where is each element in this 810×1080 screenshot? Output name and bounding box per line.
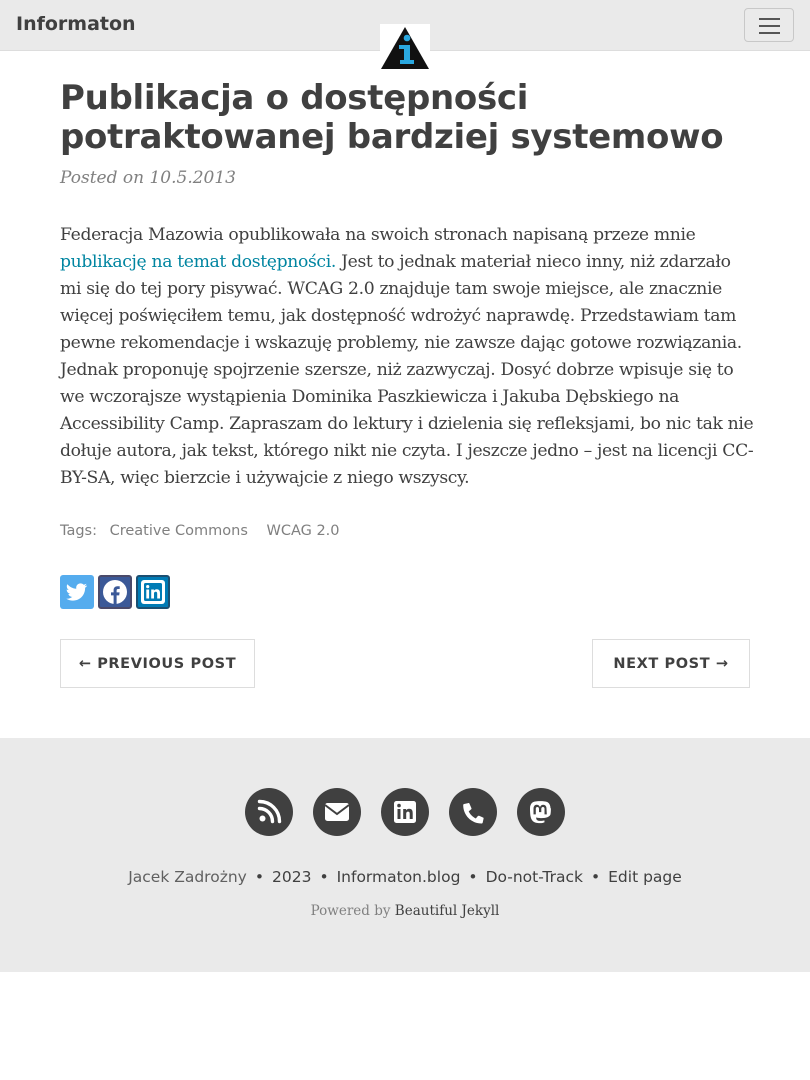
facebook-icon[interactable]	[98, 575, 132, 609]
mastodon-icon[interactable]	[517, 788, 565, 836]
do-not-track-link[interactable]: Do-not-Track	[486, 868, 583, 886]
beautiful-jekyll-link[interactable]: Beautiful Jekyll	[395, 903, 500, 919]
linkedin-icon[interactable]	[381, 788, 429, 836]
tag-link[interactable]: WCAG 2.0	[266, 523, 339, 539]
body-text-part: Federacja Mazowia opublikowała na swoich…	[60, 225, 696, 245]
next-post-button[interactable]: NEXT POST →	[592, 639, 750, 688]
tag-link[interactable]: Creative Commons	[110, 523, 248, 539]
post-meta: Posted on 10.5.2013	[60, 168, 236, 188]
navbar: Informaton	[0, 0, 810, 70]
footer-separator: •	[319, 868, 329, 886]
footer-links: Jacek Zadrożny • 2023 • Informaton.blog • Do-n…	[0, 868, 810, 886]
powered-by: Powered by Beautiful Jekyll	[0, 903, 810, 919]
previous-post-button[interactable]: ← PREVIOUS POST	[60, 639, 255, 688]
footer-author: Jacek Zadrożny	[128, 868, 247, 886]
edit-page-link[interactable]: Edit page	[608, 868, 682, 886]
publication-link[interactable]: publikację na temat dostępności.	[60, 252, 336, 272]
hamburger-menu-icon[interactable]	[744, 8, 794, 42]
twitter-icon[interactable]	[60, 575, 94, 609]
footer-separator: •	[590, 868, 601, 886]
post-title: Publikacja o dostępności potraktowanej b…	[60, 78, 724, 157]
linkedin-icon[interactable]	[136, 575, 170, 609]
tags: Tags: Creative Commons WCAG 2.0	[60, 523, 340, 539]
footer-separator: •	[254, 868, 264, 886]
body-text-part: Jest to jednak materiał nieco inny, niż …	[60, 252, 754, 488]
footer-site-link[interactable]: Informaton.blog	[337, 868, 461, 886]
post-body: Federacja Mazowia opublikowała na swoich…	[60, 222, 755, 492]
brand-link[interactable]: Informaton	[16, 13, 136, 35]
powered-by-label: Powered by	[310, 903, 391, 919]
email-icon[interactable]	[313, 788, 361, 836]
footer-separator: •	[468, 868, 478, 886]
informaton-logo-icon[interactable]	[380, 24, 430, 70]
footer: Jacek Zadrożny • 2023 • Informaton.blog • Do-n…	[0, 738, 810, 972]
phone-icon[interactable]	[449, 788, 497, 836]
tags-label: Tags:	[60, 523, 97, 539]
footer-year: 2023	[271, 868, 312, 886]
rss-icon[interactable]	[245, 788, 293, 836]
